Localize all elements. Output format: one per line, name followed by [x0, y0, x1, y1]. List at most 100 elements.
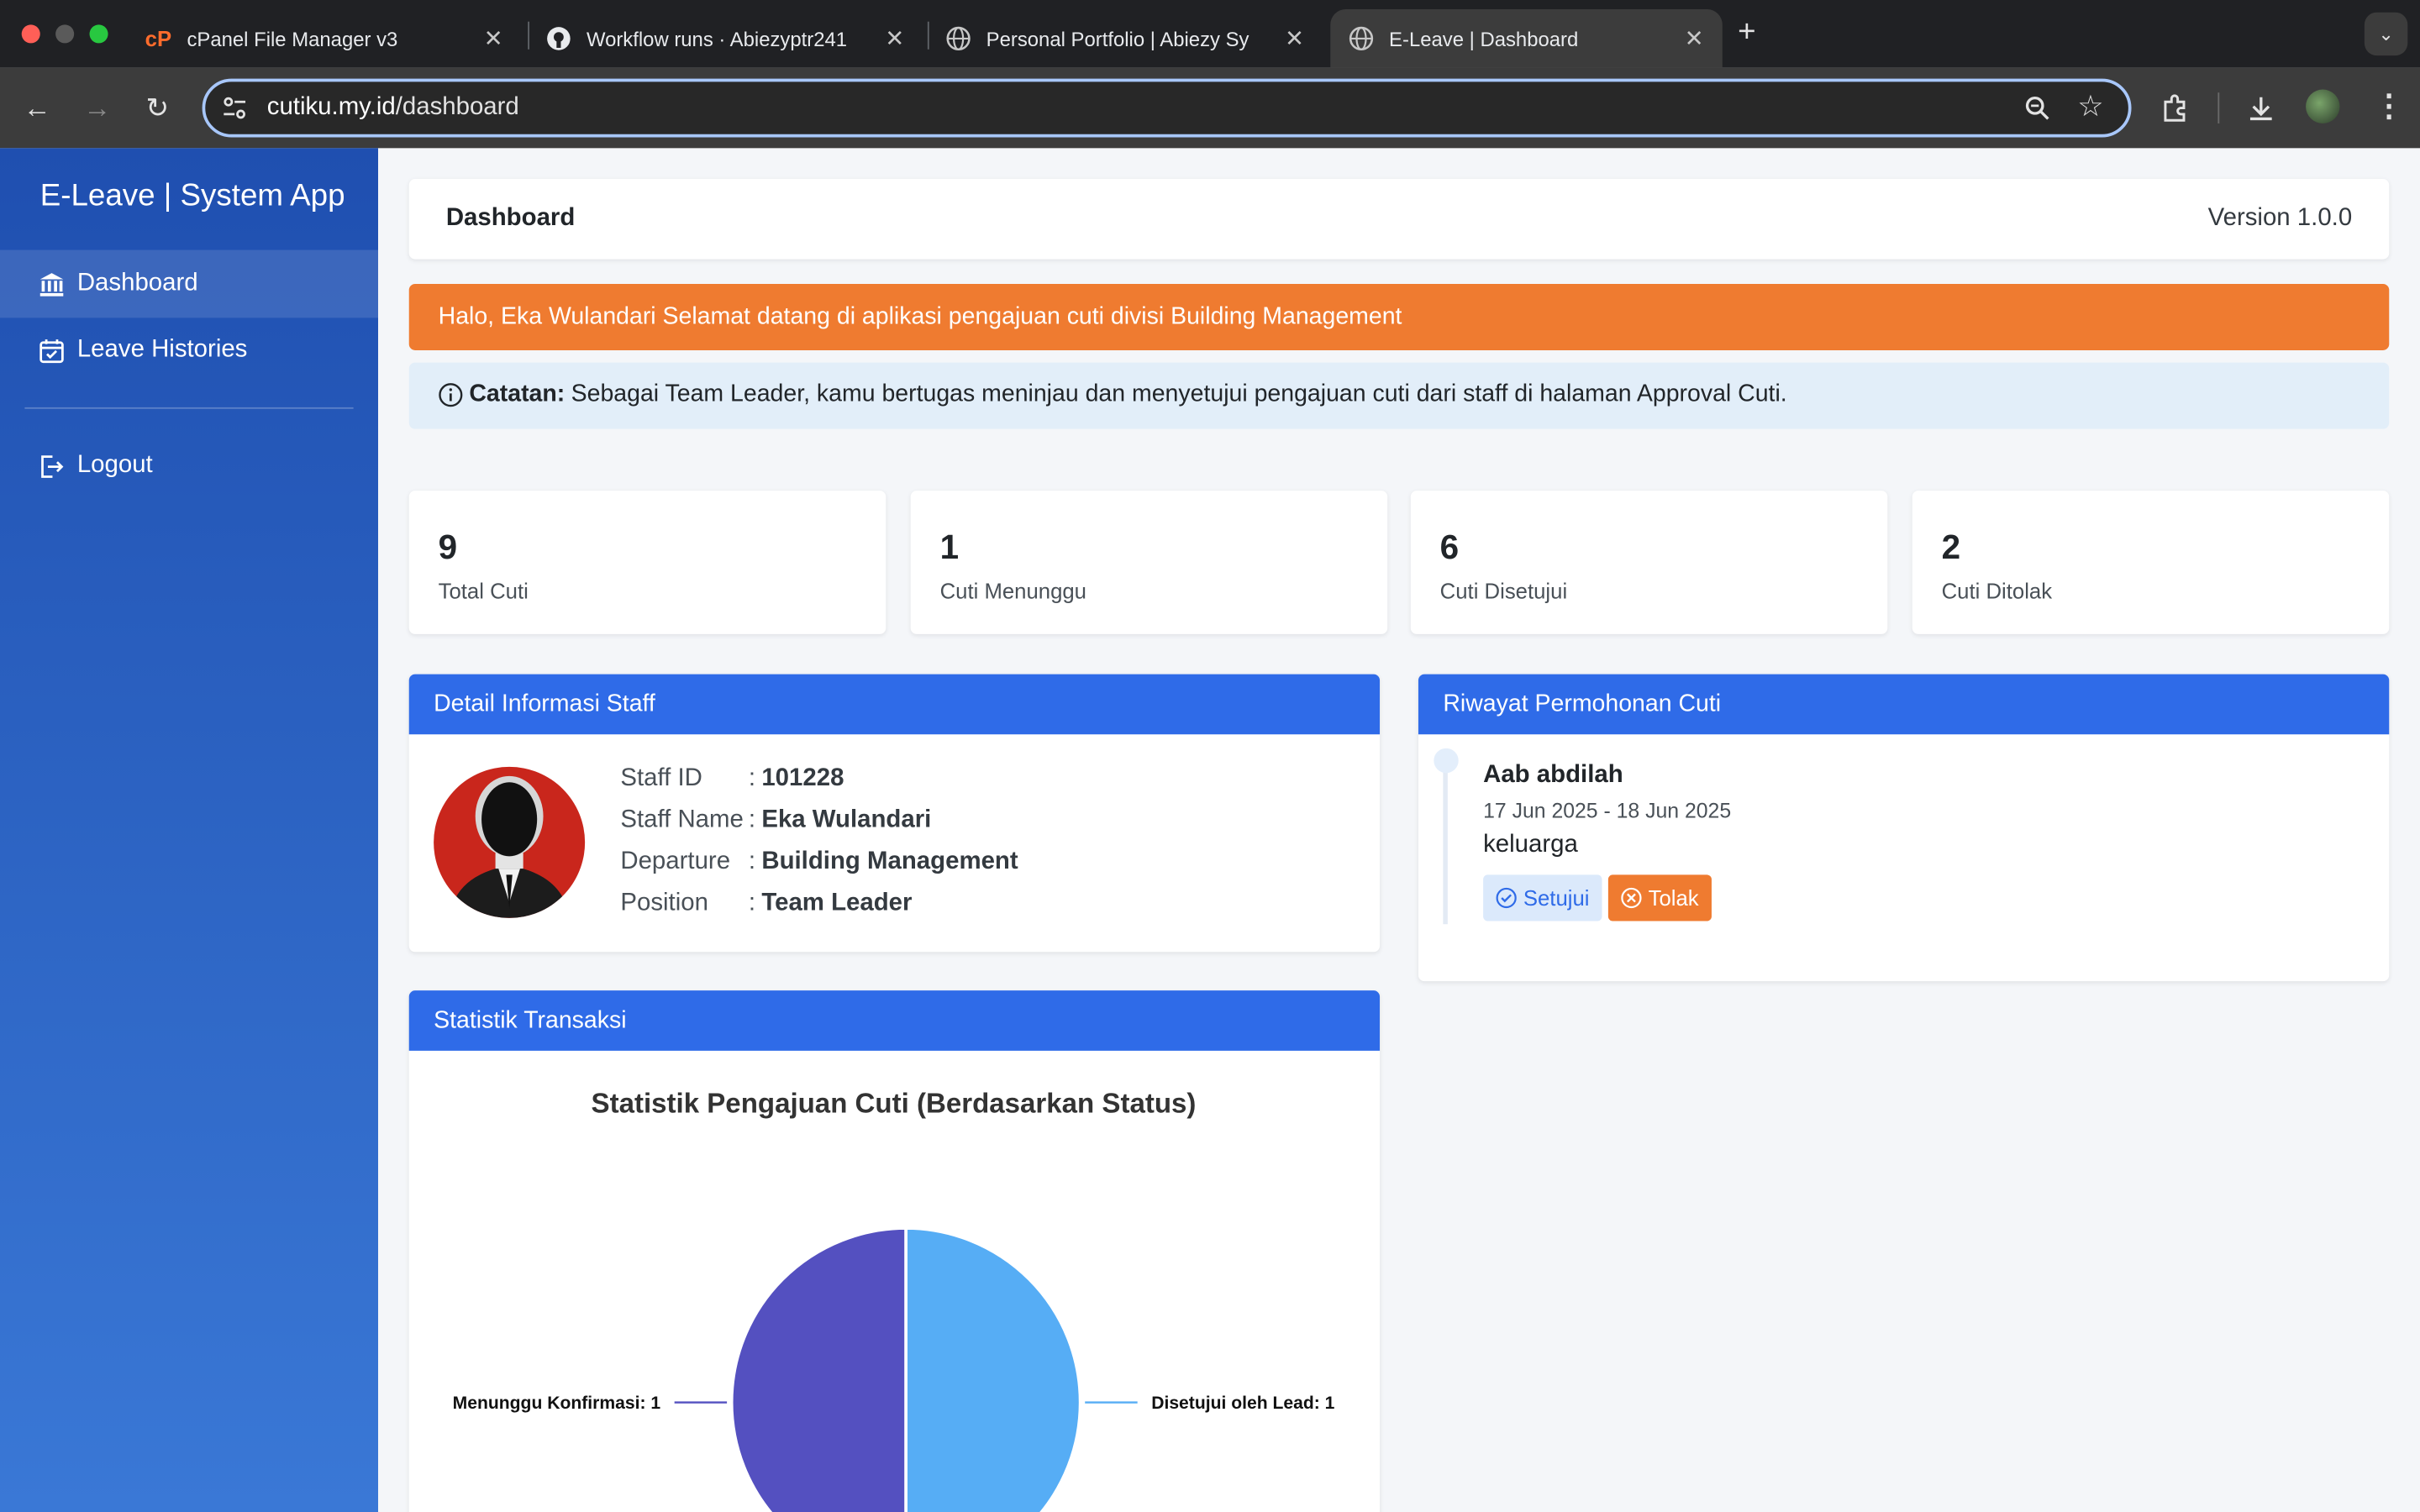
globe-icon [946, 26, 971, 51]
toolbar-divider [2217, 92, 2220, 123]
stat-card-total: 9 Total Cuti [408, 491, 886, 634]
pie-slice[interactable] [729, 1226, 908, 1512]
staff-field-id: Staff ID:101228 [620, 765, 844, 792]
sidebar-item-label: Logout [76, 452, 153, 479]
back-arrow-icon[interactable]: ← [17, 88, 57, 129]
stat-label: Cuti Disetujui [1439, 578, 1568, 604]
site-settings-icon[interactable] [221, 94, 249, 122]
field-value: 101228 [761, 765, 844, 792]
sidebar-item-label: Dashboard [76, 270, 198, 297]
sidebar-item-leave-histories[interactable]: Leave Histories [0, 317, 378, 385]
close-icon[interactable]: ✕ [1285, 24, 1304, 52]
minimize-window-button[interactable] [55, 24, 75, 44]
extensions-icon[interactable] [2160, 92, 2191, 123]
panel-title: Riwayat Permohonan Cuti [1418, 674, 2390, 735]
forward-arrow-icon[interactable]: → [77, 88, 118, 129]
url-text: cutiku.my.id/dashboard [267, 94, 519, 122]
url-host: cutiku.my.id [266, 94, 396, 121]
timeline-dot [1434, 748, 1459, 774]
address-bar[interactable]: cutiku.my.id/dashboard ☆ [202, 78, 2132, 138]
browser-tab-bar: cP cPanel File Manager v3 ✕ Workflow run… [0, 0, 2420, 68]
stat-label: Cuti Menunggu [939, 578, 1086, 604]
github-icon [547, 27, 571, 50]
field-key: Staff ID [620, 765, 702, 792]
page-title: Dashboard [445, 205, 576, 232]
welcome-text: Halo, Eka Wulandari Selamat datang di ap… [438, 303, 1402, 331]
sidebar-item-logout[interactable]: Logout [0, 432, 378, 500]
field-key: Staff Name [620, 806, 744, 833]
tab-title: E-Leave | Dashboard [1389, 27, 1579, 50]
maximize-window-button[interactable] [89, 24, 108, 44]
stat-label: Cuti Ditolak [1941, 578, 2053, 604]
browser-tab-workflow[interactable]: Workflow runs · Abiezyptr241 ✕ [528, 9, 923, 68]
field-value: Team Leader [761, 890, 913, 917]
welcome-alert: Halo, Eka Wulandari Selamat datang di ap… [408, 283, 2390, 350]
tab-title: Personal Portfolio | Abiezy Sy [986, 27, 1249, 50]
pie-slice[interactable] [904, 1226, 1082, 1512]
stat-value: 1 [939, 528, 960, 567]
browser-tab-eleave[interactable]: E-Leave | Dashboard ✕ [1330, 9, 1723, 68]
browser-toolbar: ← → ↻ cutiku.my.id/dashboard ☆ ⋮ [0, 67, 2420, 149]
statistics-panel: Statistik Transaksi Statistik Pengajuan … [408, 990, 1381, 1512]
chart-title: Statistik Pengajuan Cuti (Berdasarkan St… [592, 1088, 1197, 1119]
tab-search-chevron-icon[interactable]: ⌄ [2364, 12, 2408, 56]
field-key: Position [620, 890, 708, 917]
reload-icon[interactable]: ↻ [137, 88, 177, 129]
avatar [434, 766, 586, 918]
close-icon[interactable]: ✕ [1685, 24, 1704, 52]
panel-title: Detail Informasi Staff [408, 674, 1381, 735]
browser-tab-cpanel[interactable]: cP cPanel File Manager v3 ✕ [127, 9, 522, 68]
info-circle-icon [439, 383, 463, 407]
pie-slice-label: Disetujui oleh Lead: 1 [1151, 1394, 1334, 1413]
logout-icon [37, 452, 65, 480]
pie-slice-label: Menunggu Konfirmasi: 1 [453, 1394, 661, 1413]
brand-title[interactable]: E-Leave | System App [40, 179, 345, 214]
sidebar-divider [24, 407, 354, 409]
close-icon[interactable]: ✕ [484, 24, 503, 52]
leave-history-panel: Riwayat Permohonan Cuti Aab abdilah 17 J… [1418, 674, 2390, 982]
request-dates: 17 Jun 2025 - 18 Jun 2025 [1483, 799, 1732, 822]
panel-title: Statistik Transaksi [408, 990, 1381, 1051]
sidebar: E-Leave | System App Dashboard Leave His… [0, 148, 379, 1512]
zoom-icon[interactable] [2023, 94, 2051, 122]
close-window-button[interactable] [21, 24, 40, 44]
staff-detail-panel: Detail Informasi Staff Staff ID:101228 S… [408, 674, 1381, 953]
stat-label: Total Cuti [438, 578, 529, 604]
cpanel-icon: cP [145, 26, 172, 51]
note-label: Catatan: [469, 381, 566, 407]
staff-field-name: Staff Name: Eka Wulandari [620, 806, 932, 833]
stat-value: 9 [438, 528, 458, 567]
stat-card-approved: 6 Cuti Disetujui [1410, 491, 1888, 634]
globe-icon [1349, 26, 1374, 51]
field-value: Eka Wulandari [761, 806, 932, 833]
request-reason: keluarga [1483, 832, 1578, 858]
version-label: Version 1.0.0 [2207, 205, 2353, 232]
field-key: Departure [620, 848, 731, 875]
download-icon[interactable] [2245, 92, 2276, 123]
calendar-check-icon [37, 336, 65, 364]
staff-field-position: Position: Team Leader [620, 890, 913, 917]
new-tab-button[interactable]: + [1738, 15, 1755, 50]
stat-card-pending: 1 Cuti Menunggu [910, 491, 1388, 634]
reject-label: Tolak [1648, 885, 1699, 911]
more-menu-icon[interactable]: ⋮ [2374, 87, 2405, 125]
stat-value: 2 [1941, 528, 1961, 567]
bookmark-star-icon[interactable]: ☆ [2077, 90, 2103, 125]
timeline-line [1443, 751, 1448, 925]
bank-icon [37, 270, 65, 297]
stat-card-rejected: 2 Cuti Ditolak [1912, 491, 2390, 634]
browser-tab-portfolio[interactable]: Personal Portfolio | Abiezy Sy ✕ [928, 9, 1323, 68]
page-header: Dashboard Version 1.0.0 [408, 179, 2390, 260]
sidebar-item-dashboard[interactable]: Dashboard [0, 249, 379, 318]
reject-button[interactable]: Tolak [1607, 874, 1712, 921]
note-text: Sebagai Team Leader, kamu bertugas menin… [571, 381, 1787, 407]
close-icon[interactable]: ✕ [885, 24, 904, 52]
approve-button[interactable]: Setujui [1483, 874, 1602, 921]
approve-label: Setujui [1523, 885, 1590, 911]
profile-avatar[interactable] [2306, 89, 2340, 123]
x-circle-icon [1621, 887, 1642, 909]
pie-chart: Statistik Pengajuan Cuti (Berdasarkan St… [453, 1088, 1335, 1512]
sidebar-item-label: Leave Histories [76, 336, 248, 363]
request-name: Aab abdilah [1483, 762, 1623, 789]
note-alert: Catatan: Sebagai Team Leader, kamu bertu… [408, 362, 2390, 429]
